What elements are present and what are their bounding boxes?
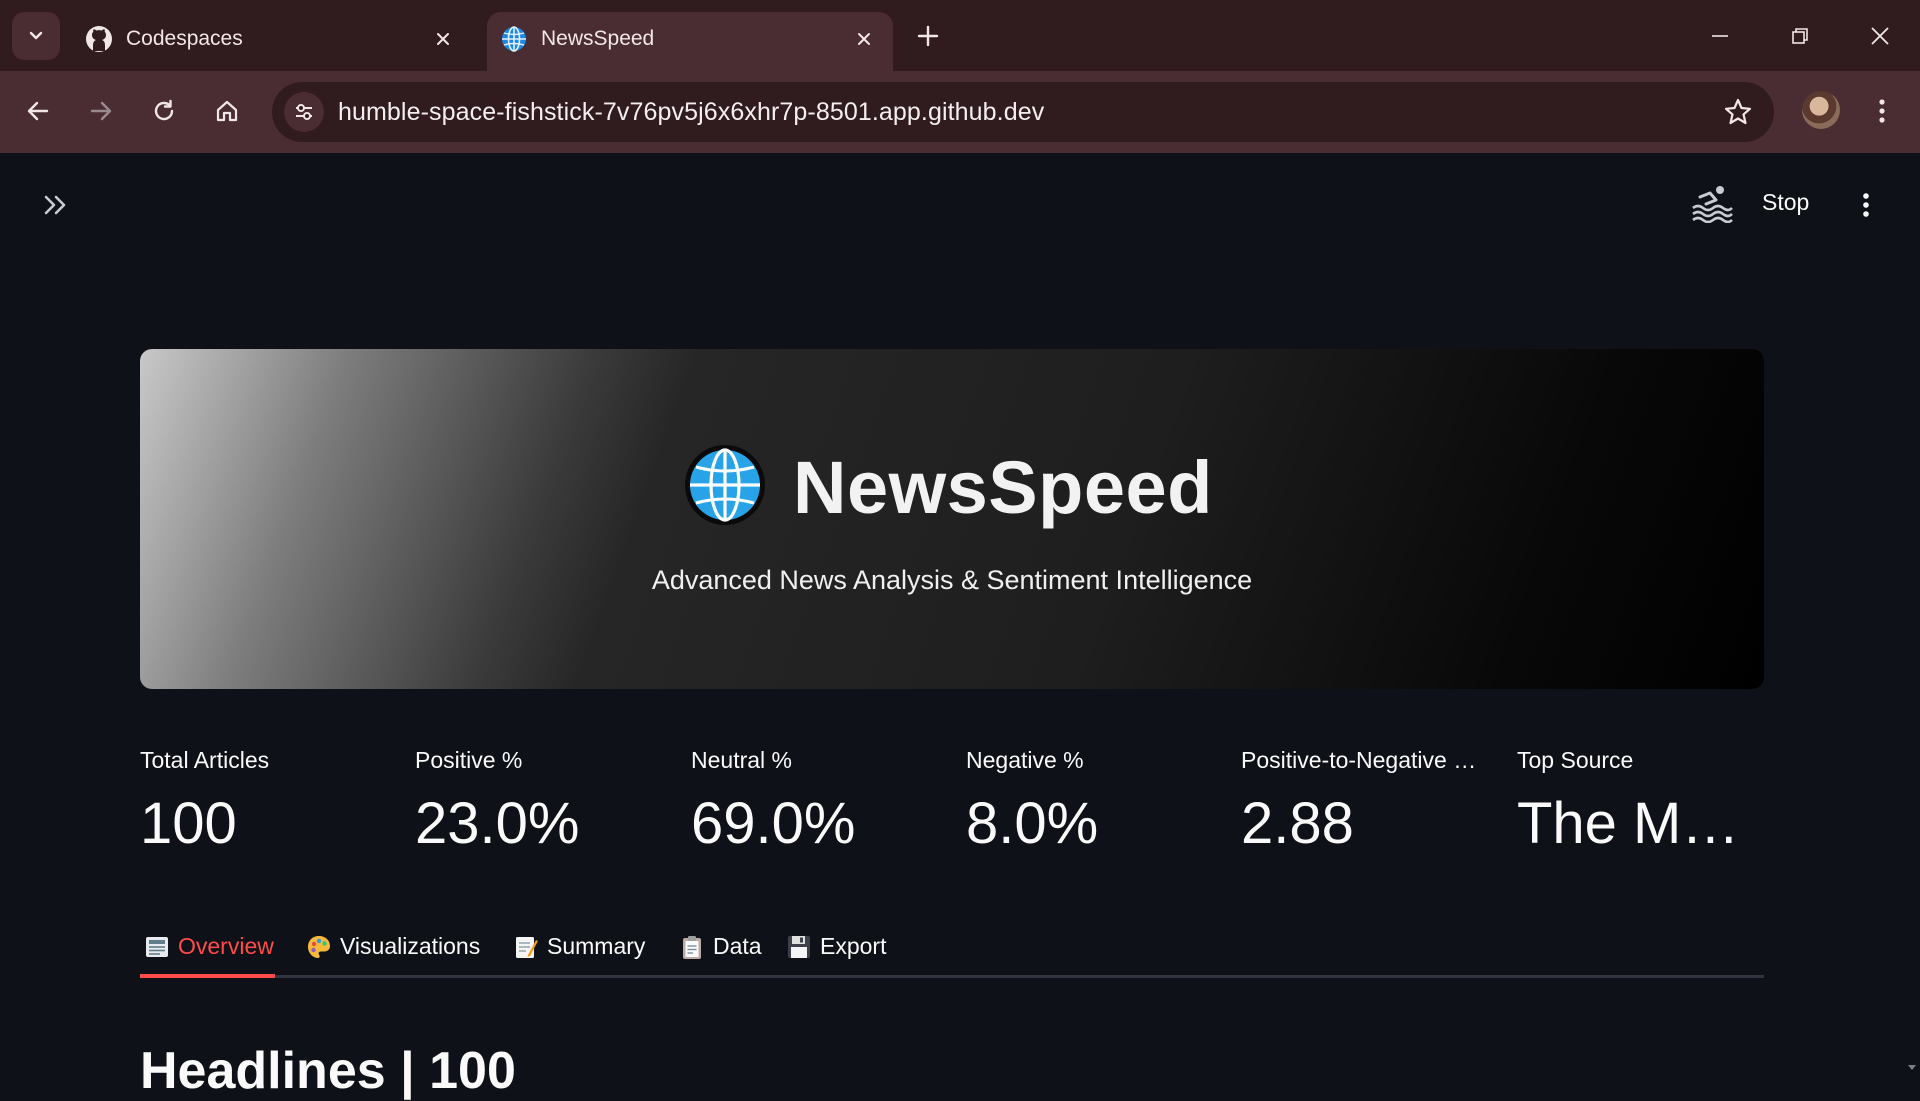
metric-label: Neutral % — [691, 747, 792, 773]
tab-label: Visualizations — [340, 933, 481, 959]
metric-label: Positive % — [415, 747, 523, 773]
tab-overview[interactable]: Overview — [144, 933, 274, 960]
tab-divider — [140, 975, 1764, 978]
running-swimmer-icon — [1692, 186, 1733, 223]
tab-label: Data — [713, 933, 762, 959]
metric-value: The M… — [1517, 791, 1740, 856]
hero-banner: NewsSpeed Advanced News Analysis & Senti… — [140, 349, 1764, 689]
bookmark-star-icon[interactable] — [1722, 96, 1754, 128]
metric-value: 69.0% — [691, 791, 856, 856]
metric-value: 2.88 — [1241, 791, 1354, 856]
browser-tab-codespaces[interactable]: Codespaces — [72, 12, 472, 71]
metric-value: 8.0% — [966, 791, 1099, 856]
app-page: Stop NewsSpeed Advanced News Analysis & … — [0, 153, 1920, 1100]
browser-toolbar: humble-space-fishstick-7v76pv5j6x6xhr7p-… — [0, 71, 1920, 153]
url-text[interactable]: humble-space-fishstick-7v76pv5j6x6xhr7p-… — [338, 98, 1044, 127]
expand-sidebar-icon[interactable] — [40, 189, 72, 221]
metric-label: Top Source — [1517, 747, 1634, 773]
tab-title: NewsSpeed — [541, 27, 655, 50]
active-tab-indicator — [140, 974, 275, 978]
new-tab-plus-icon[interactable] — [912, 20, 944, 52]
metric-label: Negative % — [966, 747, 1084, 773]
app-subtitle: Advanced News Analysis & Sentiment Intel… — [651, 565, 1253, 595]
tab-export[interactable]: Export — [786, 933, 886, 960]
close-tab-icon[interactable] — [849, 24, 879, 54]
metric-value: 100 — [140, 791, 237, 856]
address-bar[interactable]: humble-space-fishstick-7v76pv5j6x6xhr7p-… — [272, 82, 1774, 142]
metric-label: Positive-to-Negative Ratio — [1241, 747, 1486, 773]
clipboard-icon — [683, 935, 701, 959]
metric-pos-neg-ratio: Positive-to-Negative Ratio 2.88 — [1241, 747, 1491, 857]
browser-tab-newsspeed[interactable]: NewsSpeed — [487, 12, 893, 71]
metric-negative: Negative % 8.0% — [966, 747, 1216, 857]
content-tabs: Overview Visualizations Summary Data Exp… — [140, 923, 1764, 979]
tab-data[interactable]: Data — [679, 933, 762, 960]
headlines-heading: Headlines | 100 — [140, 1042, 516, 1100]
close-window-icon[interactable] — [1862, 18, 1898, 54]
tab-summary[interactable]: Summary — [513, 933, 645, 960]
profile-avatar[interactable] — [1802, 91, 1840, 129]
reload-icon[interactable] — [144, 91, 184, 131]
globe-icon — [502, 26, 526, 52]
tab-title: Codespaces — [126, 27, 243, 50]
github-icon — [86, 26, 112, 52]
metrics-row: Total Articles 100 Positive % 23.0% Neut… — [140, 747, 1764, 867]
back-arrow-icon[interactable] — [18, 91, 58, 131]
home-icon[interactable] — [207, 91, 247, 131]
palette-icon — [308, 935, 330, 958]
minimize-window-icon[interactable] — [1702, 18, 1738, 54]
tab-label: Export — [820, 933, 887, 959]
app-title: NewsSpeed — [793, 446, 1213, 529]
memo-icon — [516, 936, 538, 958]
chevron-down-icon — [29, 31, 43, 40]
metric-top-source: Top Source The M… — [1517, 747, 1767, 857]
metric-label: Total Articles — [140, 747, 270, 773]
restore-window-icon[interactable] — [1782, 18, 1818, 54]
browser-menu-icon[interactable] — [1866, 91, 1898, 131]
metric-neutral: Neutral % 69.0% — [691, 747, 941, 857]
tab-search-button[interactable] — [12, 12, 60, 60]
metric-value: 23.0% — [415, 791, 580, 856]
metric-positive: Positive % 23.0% — [415, 747, 665, 857]
tab-label: Overview — [178, 933, 274, 959]
tab-visualizations[interactable]: Visualizations — [306, 933, 480, 960]
globe-icon — [685, 445, 765, 525]
site-info-icon[interactable] — [284, 92, 324, 132]
browser-tab-strip: Codespaces NewsSpeed — [0, 0, 1920, 71]
newspaper-icon — [146, 936, 168, 957]
app-main-menu-icon[interactable] — [1852, 185, 1880, 225]
close-tab-icon[interactable] — [428, 24, 458, 54]
forward-arrow-icon[interactable] — [81, 91, 121, 131]
stop-button[interactable]: Stop — [1762, 189, 1809, 216]
floppy-disk-icon — [788, 935, 810, 958]
tab-label: Summary — [547, 933, 646, 959]
scroll-down-arrow-icon[interactable] — [1906, 1061, 1918, 1073]
metric-total-articles: Total Articles 100 — [140, 747, 390, 857]
